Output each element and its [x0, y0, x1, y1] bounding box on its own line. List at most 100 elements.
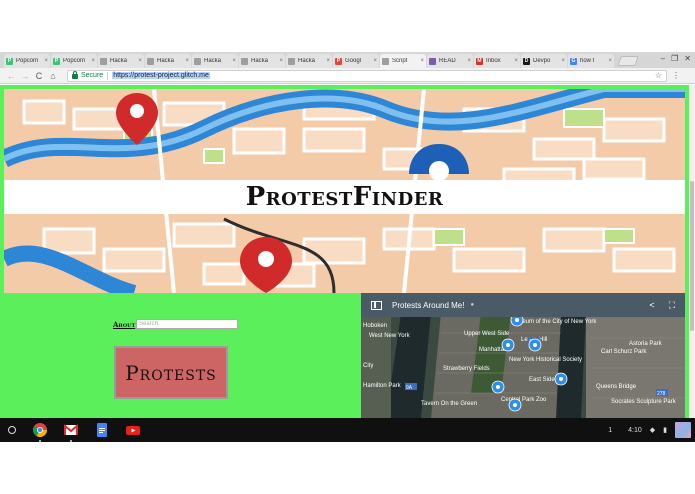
tab-label: Hacka: [157, 58, 175, 64]
map-marker-dot: [533, 343, 537, 347]
forward-button[interactable]: →: [19, 71, 31, 81]
tab-close-icon[interactable]: ×: [514, 58, 518, 64]
browser-tab[interactable]: Hacka ×: [98, 54, 144, 68]
search-input[interactable]: [136, 319, 238, 329]
tab-label: Devpo: [533, 58, 551, 64]
road-label: 278: [657, 391, 666, 397]
browser-tab[interactable]: Script ×: [380, 54, 426, 68]
map-place-label: Queens Bridge: [596, 384, 637, 390]
notification-count[interactable]: 1: [608, 427, 612, 434]
browser-tab[interactable]: Hacka ×: [145, 54, 191, 68]
back-button[interactable]: ←: [5, 71, 17, 81]
bookmark-star-icon[interactable]: ☆: [655, 71, 662, 80]
new-tab-button[interactable]: [617, 56, 639, 66]
tab-close-icon[interactable]: ×: [373, 58, 377, 64]
user-avatar[interactable]: [675, 422, 691, 438]
window-controls: – ❐ ✕: [661, 54, 691, 63]
screen: P Popcorn × P Popcorn × Hacka × Hacka × Hacka × Hack…: [0, 0, 695, 494]
share-icon[interactable]: <: [649, 300, 654, 310]
tab-favicon-icon: [382, 57, 389, 65]
tab-label: Hacka: [251, 58, 269, 64]
tab-close-icon[interactable]: ×: [561, 58, 565, 64]
tab-favicon-icon: [194, 57, 201, 65]
browser-tab[interactable]: READ ×: [427, 54, 473, 68]
gmail-icon[interactable]: [63, 423, 79, 442]
tab-favicon-icon: P: [6, 57, 13, 65]
chrome-icon[interactable]: [33, 423, 47, 442]
launcher-icon[interactable]: [8, 426, 16, 434]
map-place-label: Museum of the City of New York: [511, 319, 597, 325]
tab-close-icon[interactable]: ×: [467, 58, 471, 64]
map-marker-dot: [515, 318, 519, 322]
tab-label: Hacka: [110, 58, 128, 64]
scrollbar-thumb[interactable]: [690, 181, 694, 331]
tab-label: Hacka: [204, 58, 222, 64]
map-place-label: East Side: [529, 377, 555, 383]
tab-close-icon[interactable]: ×: [608, 58, 612, 64]
tab-close-icon[interactable]: ×: [420, 58, 424, 64]
tab-favicon-icon: [288, 57, 295, 65]
map-place-label: Tavern On the Green: [421, 401, 477, 407]
map-marker-dot: [559, 377, 563, 381]
minimize-button[interactable]: –: [661, 54, 665, 63]
tab-favicon-icon: [241, 57, 248, 65]
about-link[interactable]: About: [113, 320, 135, 329]
tab-favicon-icon: [147, 57, 154, 65]
reload-button[interactable]: C: [33, 71, 45, 81]
map-place-label: Astoria Park: [629, 341, 663, 347]
tab-close-icon[interactable]: ×: [326, 58, 330, 64]
map-place-label: West New York: [369, 333, 411, 339]
clock: 4:10: [628, 426, 642, 434]
map-marker-dot: [513, 403, 517, 407]
tab-favicon-icon: [100, 57, 107, 65]
address-bar[interactable]: Secure https://protest-project.glitch.me…: [67, 69, 667, 82]
tab-label: Script: [392, 58, 408, 64]
tab-strip: P Popcorn × P Popcorn × Hacka × Hacka × Hacka × Hack…: [0, 52, 695, 68]
status-area[interactable]: 1 4:10 ◆ ▮: [600, 422, 691, 438]
map-info-icon[interactable]: ●: [470, 302, 474, 308]
fullscreen-icon[interactable]: ⛶: [669, 300, 675, 311]
tab-label: Inbox: [486, 58, 501, 64]
url-text[interactable]: https://protest-project.glitch.me: [112, 72, 210, 79]
map-place-label: Hoboken: [363, 323, 387, 329]
tab-favicon-icon: D: [523, 57, 530, 65]
browser-tab[interactable]: P Popcorn ×: [51, 54, 97, 68]
map-marker-dot: [506, 343, 510, 347]
map-place-label: Hamilton Park: [363, 383, 402, 389]
home-button[interactable]: ⌂: [47, 71, 59, 81]
browser-tab[interactable]: Ghow t ×: [568, 54, 614, 68]
tab-close-icon[interactable]: ×: [138, 58, 142, 64]
map-layers-icon[interactable]: [371, 300, 382, 310]
docs-icon[interactable]: [95, 423, 109, 437]
protests-button[interactable]: Protests: [114, 346, 228, 399]
map-place-label: New York Historical Society: [509, 357, 582, 363]
page-scrollbar[interactable]: [689, 85, 695, 418]
browser-tab[interactable]: P Googl ×: [333, 54, 379, 68]
secure-label: Secure: [81, 72, 104, 79]
tab-close-icon[interactable]: ×: [91, 58, 95, 64]
tab-close-icon[interactable]: ×: [185, 58, 189, 64]
tab-favicon-icon: [429, 57, 436, 65]
battery-icon: ▮: [663, 427, 667, 434]
tab-close-icon[interactable]: ×: [44, 58, 48, 64]
tab-label: Hacka: [298, 58, 316, 64]
browser-menu-icon[interactable]: ⋮: [671, 71, 681, 80]
browser-tab[interactable]: D Devpo ×: [521, 54, 567, 68]
road-label: 9A: [406, 385, 413, 391]
tab-label: Popcorn: [63, 58, 86, 64]
browser-tab[interactable]: Hacka ×: [286, 54, 332, 68]
map-marker-dot: [496, 385, 500, 389]
browser-tab[interactable]: Hacka ×: [239, 54, 285, 68]
browser-tab[interactable]: P Popcorn ×: [4, 54, 50, 68]
browser-toolbar: ← → C ⌂ Secure https://protest-project.g…: [0, 68, 695, 84]
youtube-icon[interactable]: [126, 423, 140, 437]
embedded-map[interactable]: Hoboken West New York Museum of the City o…: [361, 293, 685, 418]
close-window-button[interactable]: ✕: [684, 54, 691, 63]
tab-close-icon[interactable]: ×: [279, 58, 283, 64]
tab-label: Googl: [345, 58, 362, 64]
browser-tab[interactable]: M Inbox ×: [474, 54, 520, 68]
tab-close-icon[interactable]: ×: [232, 58, 236, 64]
restore-button[interactable]: ❐: [671, 54, 678, 63]
web-page: ProtestFinder About Protests: [0, 85, 695, 418]
browser-tab[interactable]: Hacka ×: [192, 54, 238, 68]
